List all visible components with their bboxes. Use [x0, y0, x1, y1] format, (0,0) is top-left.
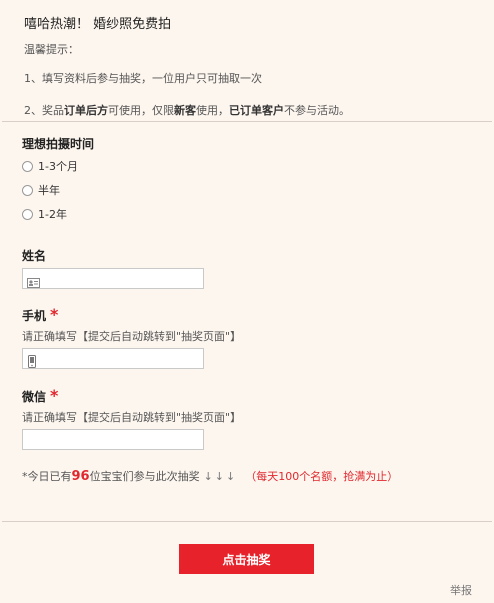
- name-section: 姓名: [22, 247, 204, 289]
- mobile-phone-icon: [27, 353, 37, 372]
- radio-circle[interactable]: [22, 160, 33, 172]
- down-arrows-icon: ↓↓↓: [203, 470, 238, 483]
- wechat-hint: 请正确填写【提交后自动跳转到"抽奖页面"】: [22, 411, 242, 424]
- name-label: 姓名: [22, 249, 47, 263]
- phone-input[interactable]: [22, 348, 204, 369]
- rule-1: 1、填写资料后参与抽奖，一位用户只可抽取一次: [24, 72, 262, 85]
- participant-count: 96: [71, 469, 90, 484]
- wechat-section: 微信 * 请正确填写【提交后自动跳转到"抽奖页面"】: [22, 386, 241, 450]
- time-label: 理想拍摄时间: [22, 137, 95, 151]
- bottom-divider: [2, 521, 492, 522]
- required-mark: *: [50, 386, 59, 405]
- wechat-input[interactable]: [22, 429, 204, 450]
- time-section: 理想拍摄时间 1-3个月 半年 1-2年: [22, 135, 94, 226]
- top-divider: [2, 121, 492, 122]
- name-input[interactable]: [22, 268, 204, 289]
- radio-circle[interactable]: [22, 184, 33, 196]
- id-card-icon: [27, 273, 40, 292]
- radio-circle[interactable]: [22, 208, 33, 220]
- phone-section: 手机 * 请正确填写【提交后自动跳转到"抽奖页面"】: [22, 305, 241, 369]
- wechat-label: 微信: [22, 390, 47, 404]
- time-option-3[interactable]: 1-2年: [22, 202, 94, 226]
- page-title: 嘻哈热潮！ 婚纱照免费拍: [24, 17, 172, 32]
- participation-notice: *今日已有96位宝宝们参与此次抽奖 ↓↓↓ （每天100个名额，抢满为止）: [22, 469, 399, 484]
- time-option-1[interactable]: 1-3个月: [22, 154, 94, 178]
- phone-label: 手机: [22, 309, 47, 323]
- tip-label: 温馨提示：: [24, 43, 79, 56]
- quota-note: （每天100个名额，抢满为止）: [245, 470, 399, 483]
- phone-hint: 请正确填写【提交后自动跳转到"抽奖页面"】: [22, 330, 242, 343]
- intro-header: 嘻哈热潮！ 婚纱照免费拍 温馨提示： 1、填写资料后参与抽奖，一位用户只可抽取一…: [24, 13, 484, 134]
- report-link[interactable]: 举报: [450, 582, 472, 598]
- time-option-2[interactable]: 半年: [22, 178, 94, 202]
- draw-button[interactable]: 点击抽奖: [179, 544, 314, 574]
- rule-2: 2、奖品订单后方可使用，仅限新客使用，已订单客户不参与活动。: [24, 104, 350, 117]
- required-mark: *: [50, 305, 59, 324]
